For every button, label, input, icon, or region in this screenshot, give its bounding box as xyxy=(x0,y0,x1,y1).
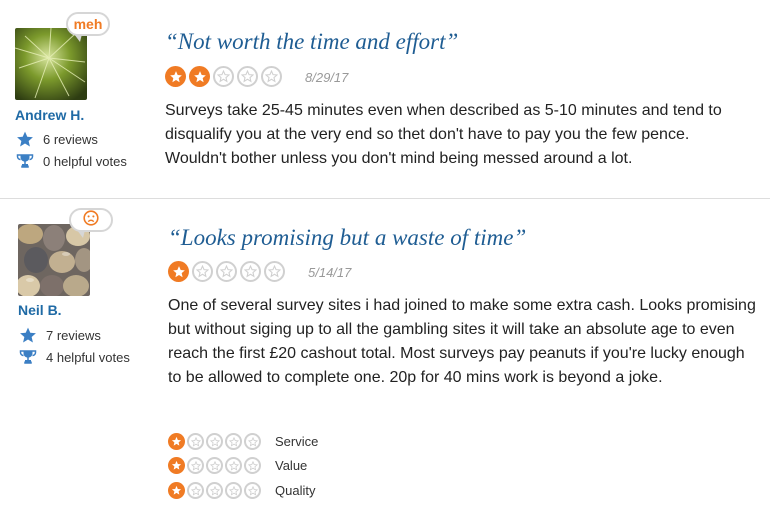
review-date: 5/14/17 xyxy=(308,265,352,280)
reviews-count: 7 reviews xyxy=(18,326,101,344)
sub-rating-quality: Quality xyxy=(168,482,315,499)
reviews-count-label: 7 reviews xyxy=(46,327,101,343)
mini-star-rating xyxy=(168,482,261,499)
star-icon xyxy=(187,482,204,499)
review-body: One of several survey sites i had joined… xyxy=(168,297,756,386)
sad-face-icon xyxy=(83,209,99,231)
star-icon xyxy=(244,457,261,474)
star-icon xyxy=(15,130,35,148)
star-icon xyxy=(261,66,282,87)
sub-rating-label: Service xyxy=(275,434,319,449)
badge-label: meh xyxy=(73,16,103,32)
helpful-votes: 4 helpful votes xyxy=(18,348,130,366)
mini-star-rating xyxy=(168,433,261,450)
star-icon xyxy=(168,457,185,474)
star-icon xyxy=(189,66,210,87)
review-title[interactable]: “Not worth the time and effort” xyxy=(165,29,458,55)
star-icon xyxy=(18,326,38,344)
star-icon xyxy=(237,66,258,87)
star-icon xyxy=(264,261,285,282)
star-icon xyxy=(225,482,242,499)
star-rating xyxy=(165,66,282,87)
sub-rating-label: Value xyxy=(275,458,308,473)
star-icon xyxy=(168,261,189,282)
star-icon xyxy=(187,457,204,474)
star-icon xyxy=(244,433,261,450)
sentiment-badge xyxy=(69,208,113,238)
review-title[interactable]: “Looks promising but a waste of time” xyxy=(168,225,526,251)
star-rating xyxy=(168,261,285,282)
trophy-icon xyxy=(18,348,38,366)
username[interactable]: Andrew H. xyxy=(15,107,84,123)
helpful-votes: 0 helpful votes xyxy=(15,152,127,170)
star-icon xyxy=(244,482,261,499)
sentiment-badge: meh xyxy=(66,12,110,42)
sub-rating-value: Value xyxy=(168,457,307,474)
helpful-votes-label: 4 helpful votes xyxy=(46,349,130,365)
helpful-votes-label: 0 helpful votes xyxy=(43,153,127,169)
star-icon xyxy=(225,457,242,474)
username[interactable]: Neil B. xyxy=(18,302,62,318)
review-body: Surveys take 25-45 minutes even when des… xyxy=(165,102,722,167)
star-icon xyxy=(187,433,204,450)
star-icon xyxy=(206,457,223,474)
star-icon xyxy=(168,433,185,450)
review-card: Neil B. 7 reviews 4 helpful votes “Looks… xyxy=(0,199,770,508)
sub-rating-label: Quality xyxy=(275,483,316,498)
star-icon xyxy=(216,261,237,282)
reviews-count-label: 6 reviews xyxy=(43,131,98,147)
sub-rating-service: Service xyxy=(168,433,318,450)
star-icon xyxy=(206,433,223,450)
star-icon xyxy=(240,261,261,282)
review-date: 8/29/17 xyxy=(305,70,349,85)
star-icon xyxy=(168,482,185,499)
star-icon xyxy=(213,66,234,87)
trophy-icon xyxy=(15,152,35,170)
star-icon xyxy=(206,482,223,499)
star-icon xyxy=(192,261,213,282)
reviews-count: 6 reviews xyxy=(15,130,98,148)
review-card: meh Andrew H. 6 reviews 0 helpful votes … xyxy=(0,0,770,198)
star-icon xyxy=(165,66,186,87)
mini-star-rating xyxy=(168,457,261,474)
star-icon xyxy=(225,433,242,450)
